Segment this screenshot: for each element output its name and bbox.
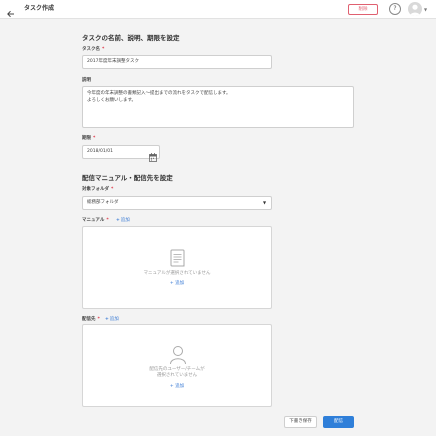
manual-label: マニュアル * [82,217,109,223]
required-mark: * [106,218,109,223]
help-icon[interactable]: ? [389,3,401,15]
folder-label-text: 対象フォルダ [82,187,109,192]
due-date-label: 期限 * [82,135,95,141]
required-mark: * [102,47,105,52]
plus-icon: + [116,218,120,223]
folder-select[interactable]: 総務部フォルダ [82,196,272,210]
manual-drop-area: マニュアルが選択されていません + 追加 [82,226,272,309]
delete-button[interactable]: 削除 [348,4,378,15]
recipient-add-link[interactable]: +追加 [105,316,119,322]
recipient-box-add-link[interactable]: + 追加 [83,383,271,389]
manual-add-label: 追加 [120,218,130,223]
description-textarea[interactable]: 今年度の年末調整の書類記入～提出までの流れをタスクで配信します。 よろしくお願い… [82,86,354,128]
chevron-down-icon: ▼ [263,200,267,205]
back-arrow-icon[interactable] [6,4,16,18]
user-icon [169,345,187,369]
due-date-label-text: 期限 [82,136,91,141]
recipient-empty-message: 配信先のユーザー/チームが 選択されていません [83,367,271,379]
save-draft-button[interactable]: 下書き保存 [284,416,317,428]
manual-add-link[interactable]: +追加 [116,217,130,223]
required-mark: * [97,317,100,322]
task-name-label: タスク名 * [82,46,104,52]
recipient-add-label: 追加 [109,317,119,322]
manual-box-add-label: 追加 [175,281,185,286]
recipient-box-add-label: 追加 [175,384,185,389]
required-mark: * [111,187,114,192]
plus-icon: + [169,281,174,286]
section-title-basic: タスクの名前、説明、期限を設定 [82,34,180,42]
calendar-icon[interactable] [149,147,157,162]
recipient-label: 配信先 * [82,316,100,322]
manual-box-add-link[interactable]: + 追加 [83,280,271,286]
recipient-empty-line2: 選択されていません [156,373,198,378]
folder-label: 対象フォルダ * [82,186,113,192]
plus-icon: + [105,317,109,322]
avatar [408,2,422,16]
chevron-down-icon: ▼ [424,7,428,12]
publish-button[interactable]: 配信 [323,416,354,428]
plus-icon: + [169,384,174,389]
description-label: 説明 [82,78,91,83]
task-name-label-text: タスク名 [82,47,100,52]
task-name-input[interactable]: 2017年度年末調整タスク [82,55,272,69]
required-mark: * [93,136,96,141]
manual-label-text: マニュアル [82,218,105,223]
recipient-label-text: 配信先 [82,317,96,322]
page-title: タスク作成 [24,5,55,12]
document-icon [168,248,188,272]
recipient-drop-area: 配信先のユーザー/チームが 選択されていません + 追加 [82,324,272,407]
top-bar: タスク作成 削除 ? ▼ [0,0,436,19]
user-menu[interactable]: ▼ [408,2,430,16]
section-title-distribution: 配信マニュアル・配信先を設定 [82,174,173,182]
manual-empty-message: マニュアルが選択されていません [143,271,211,276]
